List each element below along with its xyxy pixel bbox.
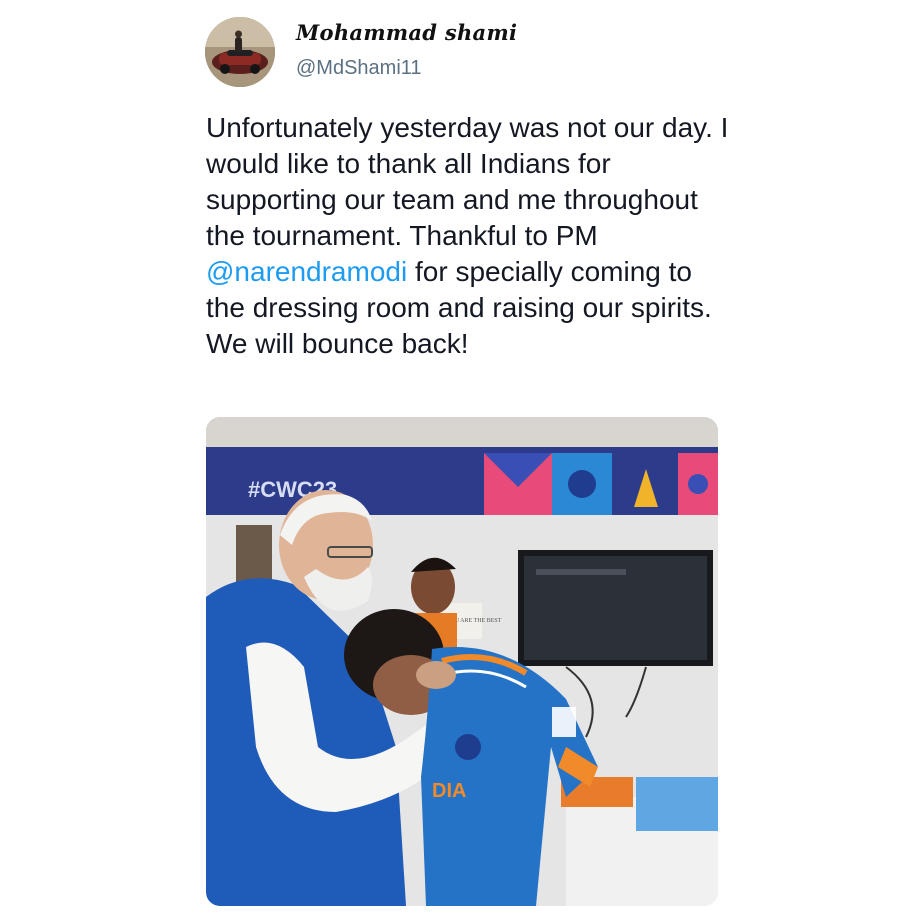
tweet-text: Unfortunately yesterday was not our day.… [206, 110, 736, 362]
tweet-photo[interactable]: #CWC23 YOU ARE THE BEST DIA [206, 417, 718, 906]
author-handle[interactable]: @MdShami11 [296, 57, 422, 80]
jersey-text: DIA [432, 780, 466, 802]
tweet-text-part: Unfortunately yesterday was not our day.… [206, 112, 729, 251]
author-avatar[interactable] [205, 17, 275, 87]
tweet-card: Mohammad shami @MdShami11 Unfortunately … [0, 0, 924, 924]
profile-photo-car-icon [205, 17, 275, 87]
dressing-room-photo: #CWC23 YOU ARE THE BEST DIA [206, 417, 718, 906]
mention-link[interactable]: @narendramodi [206, 256, 407, 287]
author-display-name[interactable]: Mohammad shami [296, 20, 517, 45]
